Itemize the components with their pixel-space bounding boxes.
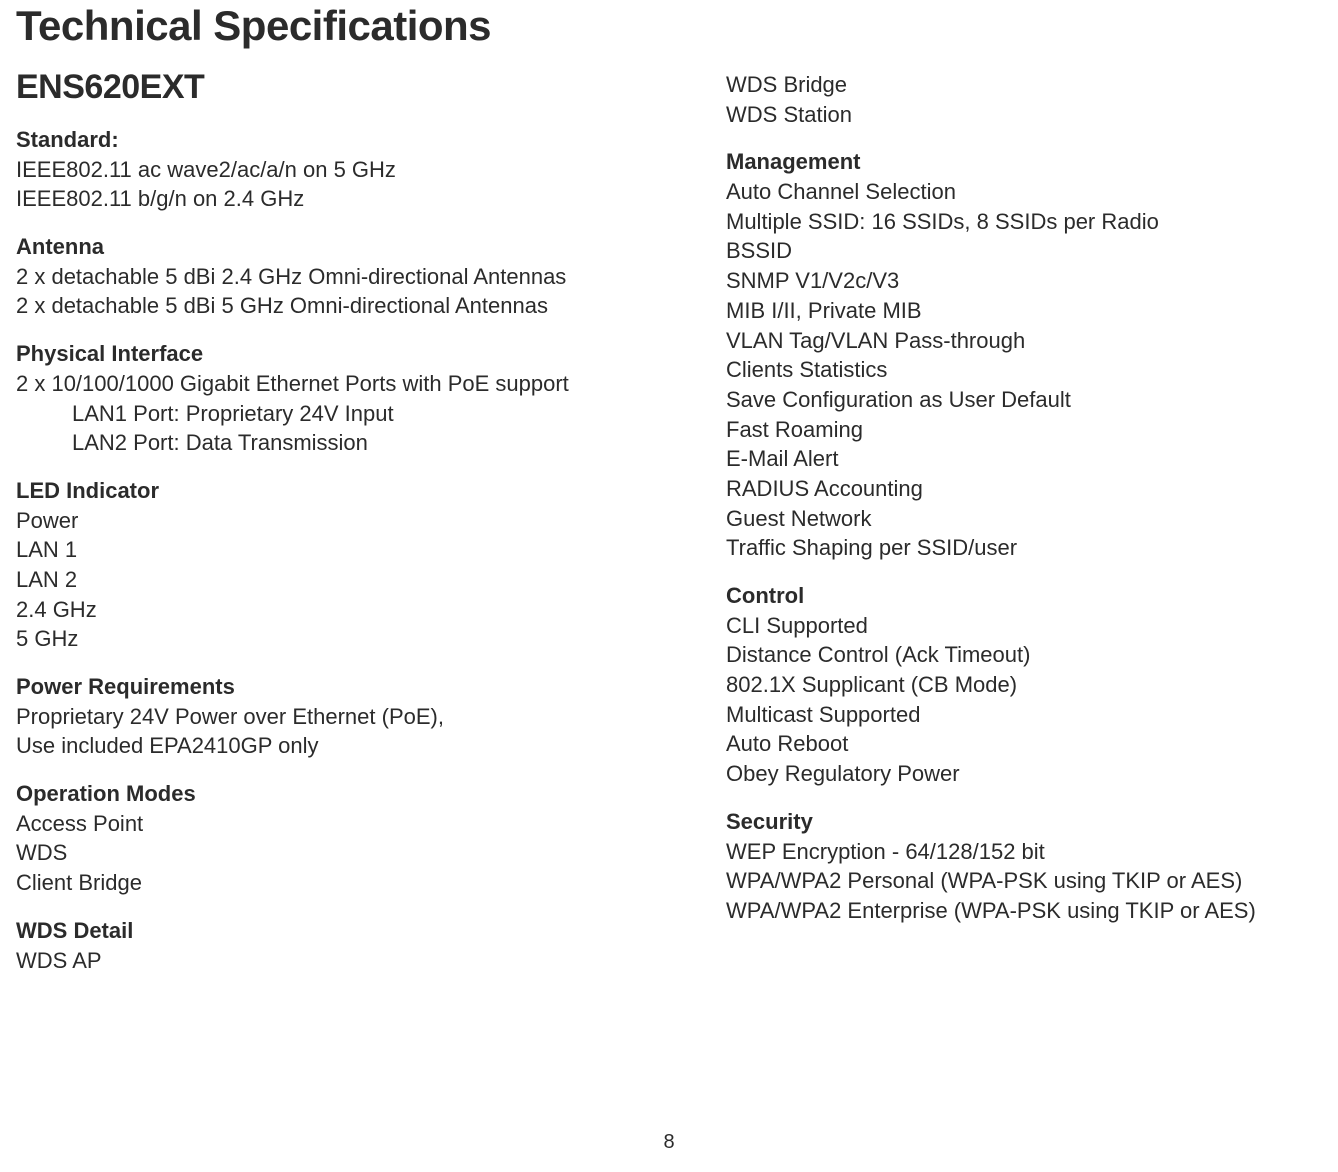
- wds-detail-line: WDS Station: [726, 100, 1286, 130]
- security-head: Security: [726, 807, 1286, 837]
- management-line: Save Configuration as User Default: [726, 385, 1286, 415]
- management-line: Clients Statistics: [726, 355, 1286, 385]
- led-line: 2.4 GHz: [16, 595, 616, 625]
- led-line: LAN 1: [16, 535, 616, 565]
- power-line: Use included EPA2410GP only: [16, 731, 616, 761]
- management-line: SNMP V1/V2c/V3: [726, 266, 1286, 296]
- physical-interface-line: 2 x 10/100/1000 Gigabit Ethernet Ports w…: [16, 369, 616, 399]
- page-number: 8: [663, 1131, 674, 1154]
- control-line: CLI Supported: [726, 611, 1286, 641]
- right-column: WDS Bridge WDS Station Management Auto C…: [726, 50, 1286, 975]
- led-line: Power: [16, 506, 616, 536]
- management-line: RADIUS Accounting: [726, 474, 1286, 504]
- opmode-line: Client Bridge: [16, 868, 616, 898]
- led-line: 5 GHz: [16, 624, 616, 654]
- control-line: Obey Regulatory Power: [726, 759, 1286, 789]
- standard-line: IEEE802.11 b/g/n on 2.4 GHz: [16, 184, 616, 214]
- operation-modes-head: Operation Modes: [16, 779, 616, 809]
- management-head: Management: [726, 147, 1286, 177]
- security-line: WEP Encryption - 64/128/152 bit: [726, 837, 1286, 867]
- physical-interface-head: Physical Interface: [16, 339, 616, 369]
- physical-interface-subline: LAN2 Port: Data Transmission: [16, 428, 616, 458]
- wds-detail-line: WDS AP: [16, 946, 616, 976]
- standard-line: IEEE802.11 ac wave2/ac/a/n on 5 GHz: [16, 155, 616, 185]
- antenna-line: 2 x detachable 5 dBi 2.4 GHz Omni-direct…: [16, 262, 616, 292]
- wds-detail-line: WDS Bridge: [726, 70, 1286, 100]
- management-line: MIB I/II, Private MIB: [726, 296, 1286, 326]
- physical-interface-subline: LAN1 Port: Proprietary 24V Input: [16, 399, 616, 429]
- control-line: Multicast Supported: [726, 700, 1286, 730]
- power-line: Proprietary 24V Power over Ethernet (PoE…: [16, 702, 616, 732]
- control-line: Distance Control (Ack Timeout): [726, 640, 1286, 670]
- management-line: BSSID: [726, 236, 1286, 266]
- opmode-line: WDS: [16, 838, 616, 868]
- antenna-line: 2 x detachable 5 dBi 5 GHz Omni-directio…: [16, 291, 616, 321]
- model-heading: ENS620EXT: [16, 68, 616, 107]
- management-line: VLAN Tag/VLAN Pass-through: [726, 326, 1286, 356]
- management-line: Traffic Shaping per SSID/user: [726, 533, 1286, 563]
- management-line: Fast Roaming: [726, 415, 1286, 445]
- columns: ENS620EXT Standard: IEEE802.11 ac wave2/…: [16, 50, 1322, 975]
- led-line: LAN 2: [16, 565, 616, 595]
- security-line: WPA/WPA2 Enterprise (WPA-PSK using TKIP …: [726, 896, 1286, 926]
- management-line: Auto Channel Selection: [726, 177, 1286, 207]
- led-indicator-head: LED Indicator: [16, 476, 616, 506]
- security-line: WPA/WPA2 Personal (WPA-PSK using TKIP or…: [726, 866, 1286, 896]
- opmode-line: Access Point: [16, 809, 616, 839]
- power-requirements-head: Power Requirements: [16, 672, 616, 702]
- management-line: E-Mail Alert: [726, 444, 1286, 474]
- wds-detail-head: WDS Detail: [16, 916, 616, 946]
- page: Technical Specifications ENS620EXT Stand…: [0, 0, 1338, 1172]
- page-title: Technical Specifications: [16, 0, 1322, 50]
- management-line: Multiple SSID: 16 SSIDs, 8 SSIDs per Rad…: [726, 207, 1286, 237]
- control-line: Auto Reboot: [726, 729, 1286, 759]
- control-head: Control: [726, 581, 1286, 611]
- antenna-head: Antenna: [16, 232, 616, 262]
- management-line: Guest Network: [726, 504, 1286, 534]
- left-column: ENS620EXT Standard: IEEE802.11 ac wave2/…: [16, 50, 616, 975]
- standard-head: Standard:: [16, 125, 616, 155]
- control-line: 802.1X Supplicant (CB Mode): [726, 670, 1286, 700]
